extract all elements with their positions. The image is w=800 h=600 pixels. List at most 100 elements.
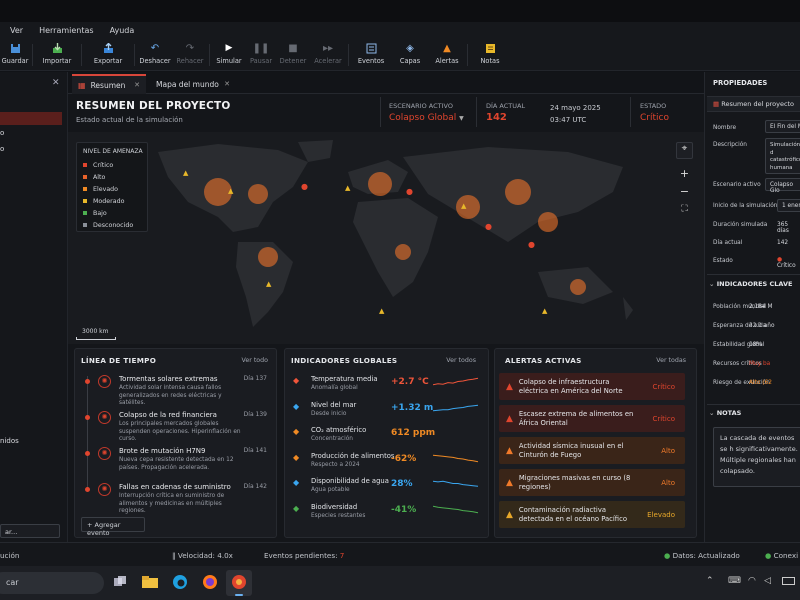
indicator-row[interactable]: ◆ Producción de alimentos Respecto a 2024-… — [285, 450, 488, 474]
threat-marker-icon[interactable]: ▲ — [379, 307, 384, 315]
redo-button[interactable]: ↷ Rehacer — [173, 39, 207, 70]
taskbar: car ⌃ ⌨ ◠ ◁ — [0, 566, 800, 600]
timeline-dot — [85, 379, 90, 384]
fire-marker-icon[interactable]: ● — [528, 240, 535, 249]
fire-marker-icon[interactable]: ● — [485, 222, 492, 231]
zoom-out-button[interactable]: − — [676, 185, 693, 202]
fullscreen-button[interactable]: ⛶ — [676, 204, 693, 221]
status-dot-icon: ● — [765, 551, 774, 560]
add-event-button[interactable]: + Agregar evento — [81, 517, 145, 537]
tab-close-icon[interactable]: ✕ — [224, 80, 230, 88]
undo-button[interactable]: ↶ Deshacer — [137, 39, 173, 70]
taskbar-search[interactable]: car — [0, 572, 104, 594]
indicator-row[interactable]: ◆ Nivel del mar Desde inicio +1.32 m — [285, 399, 488, 423]
keyboard-icon[interactable]: ⌨ — [728, 576, 741, 586]
scenario-selector[interactable]: Colapso Global ▼ — [389, 113, 464, 123]
connection-status: ● Conexi — [765, 551, 799, 560]
alert-item[interactable]: ▲ Contaminación radiactiva detectada en e… — [499, 501, 685, 528]
alerts-see-all[interactable]: Ver todas — [656, 357, 686, 364]
fire-marker-icon[interactable]: ● — [301, 182, 308, 191]
threat-marker-icon[interactable]: ▲ — [461, 202, 466, 210]
active-app-button[interactable] — [226, 570, 252, 596]
file-explorer-icon[interactable] — [142, 575, 158, 589]
key-indicator-row: Esperanza de vida 32.1 año — [713, 323, 775, 329]
key-indicators-header[interactable]: ⌄ INDICADORES CLAVE — [709, 280, 792, 288]
indicator-row[interactable]: ◆ CO₂ atmosférico Concentración 612 ppm — [285, 424, 488, 448]
layers-icon: ◈ — [406, 42, 414, 54]
zoom-in-button[interactable]: + — [676, 167, 693, 184]
timeline-dot — [85, 451, 90, 456]
indicators-see-all[interactable]: Ver todos — [446, 357, 476, 364]
timeline-event[interactable]: ✺ Colapso de la red financiera Día 139 Los … — [75, 409, 275, 443]
simulate-button[interactable]: ▶ Simular — [212, 39, 246, 70]
save-button[interactable]: Guardar — [0, 39, 30, 70]
left-item-1[interactable]: o — [0, 129, 4, 137]
alert-item[interactable]: ▲ Colapso de infraestructura eléctrica en… — [499, 373, 685, 400]
tab-close-icon[interactable]: ✕ — [134, 81, 140, 89]
close-icon[interactable]: ✕ — [52, 78, 60, 88]
name-field[interactable]: El Fin del M — [765, 120, 800, 133]
threat-marker-icon[interactable]: ▲ — [542, 307, 547, 315]
toolbar: Guardar Importar Exportar ↶ Deshacer ↷ Reh… — [0, 39, 800, 71]
alert-item[interactable]: ▲ Actividad sísmica inusual en el Cinturó… — [499, 437, 685, 464]
pause-button[interactable]: ❚❚ Pausar — [246, 39, 276, 70]
alert-item[interactable]: ▲ Migraciones masivas en curso (8 regione… — [499, 469, 685, 496]
plus-icon: + — [87, 521, 95, 529]
notes-button[interactable]: Notas — [470, 39, 510, 70]
water-drop-icon: ◆ — [293, 478, 300, 487]
threat-marker-icon[interactable]: ▲ — [228, 187, 233, 195]
export-button[interactable]: Exportar — [84, 39, 132, 70]
layers-button[interactable]: ◈ Capas — [391, 39, 429, 70]
alerts-button[interactable]: ▲ Alertas — [429, 39, 465, 70]
left-search-input[interactable]: ar... — [0, 524, 60, 538]
volume-icon[interactable]: ◁ — [764, 576, 771, 586]
tab-resumen[interactable]: ▦ Resumen ✕ — [72, 74, 146, 94]
battery-icon[interactable] — [782, 577, 795, 585]
description-field[interactable]: Simulación d catastrófico humana — [765, 138, 800, 174]
fire-marker-icon[interactable]: ● — [406, 187, 413, 196]
import-button[interactable]: Importar — [35, 39, 79, 70]
timeline-dot — [85, 415, 90, 420]
events-button[interactable]: Eventos — [351, 39, 391, 70]
timeline-event[interactable]: ✺ Tormentas solares extremas Día 137 Activi… — [75, 373, 275, 407]
world-map[interactable]: ▲ ▲ ● ▲ ● ▲ ● ● ▲ ▲ ▲ NIVEL DE AMENAZA C… — [68, 132, 704, 344]
alert-item[interactable]: ▲ Escasez extrema de alimentos en África … — [499, 405, 685, 432]
accelerate-button[interactable]: ▸▸ Acelerar — [310, 39, 346, 70]
threat-marker-icon[interactable]: ▲ — [266, 280, 271, 288]
left-selected-item[interactable] — [0, 112, 62, 125]
indicator-row[interactable]: ◆ Temperatura media Anomalía global +2.7 °C — [285, 373, 488, 397]
locate-button[interactable]: ⌖ — [676, 142, 693, 159]
stop-button[interactable]: ■ Detener — [276, 39, 310, 70]
play-icon: ▶ — [225, 43, 233, 53]
threat-marker-icon[interactable]: ▲ — [345, 184, 350, 192]
leaf-icon: ◆ — [293, 503, 300, 513]
key-indicator-row: Estabilidad global 18% — [713, 342, 765, 348]
chevron-down-icon: ⌄ — [709, 409, 717, 417]
threat-marker-icon[interactable]: ▲ — [183, 169, 188, 177]
timeline-event[interactable]: ✺ Fallas en cadenas de suministro Día 142 I… — [75, 481, 275, 515]
warning-icon: ◆ — [293, 427, 300, 436]
legend-swatch — [83, 199, 87, 203]
menu-ayuda[interactable]: Ayuda — [110, 26, 135, 35]
thermometer-icon: ◆ — [293, 376, 300, 385]
scenario-dropdown[interactable]: Colapso Glo — [765, 178, 800, 194]
notes-header[interactable]: ⌄ NOTAS — [709, 409, 741, 417]
task-view-icon[interactable] — [113, 575, 127, 589]
firefox-icon[interactable] — [202, 574, 218, 590]
notes-textarea[interactable]: La cascada de eventos se h significativa… — [713, 427, 800, 487]
edge-browser-icon[interactable] — [172, 574, 188, 590]
timeline-see-all[interactable]: Ver todo — [242, 357, 268, 364]
start-date-field[interactable]: 1 enero — [777, 199, 800, 212]
left-item-3[interactable]: nidos — [0, 437, 19, 445]
indicator-row[interactable]: ◆ Biodiversidad Especies restantes -41% — [285, 501, 488, 525]
state-prop-value: ● Crítico — [777, 257, 796, 269]
indicator-row[interactable]: ◆ Disponibilidad de agua Agua potable 28% — [285, 475, 488, 499]
timeline-event[interactable]: ✺ Brote de mutación H7N9 Día 141 Nueva cepa… — [75, 445, 275, 479]
left-item-2[interactable]: o — [0, 145, 4, 153]
menu-herramientas[interactable]: Herramientas — [39, 26, 94, 35]
tray-expand-icon[interactable]: ⌃ — [706, 576, 714, 586]
tab-mapa-del-mundo[interactable]: Mapa del mundo ✕ — [150, 74, 236, 94]
menu-ver[interactable]: Ver — [10, 26, 23, 35]
wifi-icon[interactable]: ◠ — [748, 576, 756, 586]
day-label: DÍA ACTUAL — [486, 102, 526, 110]
